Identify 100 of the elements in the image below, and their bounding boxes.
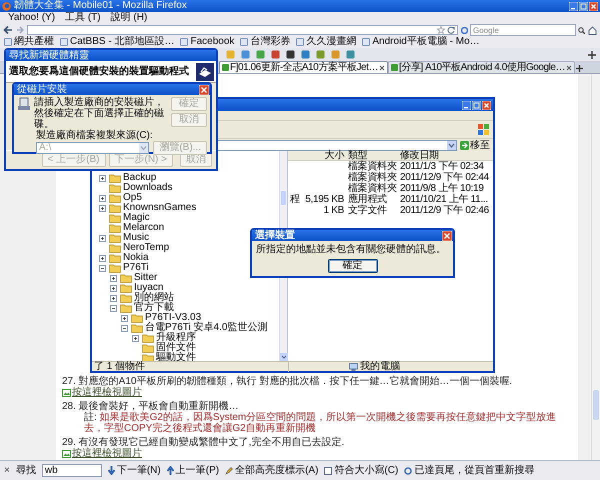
- expand-plus-icon[interactable]: [110, 294, 117, 302]
- star-icon[interactable]: [437, 26, 445, 34]
- expand-plus-icon[interactable]: [121, 314, 128, 322]
- table-cell-text: 應用程式: [347, 194, 388, 204]
- folder-item[interactable]: P76TI-V3.03: [145, 313, 202, 323]
- go-button[interactable]: 移至: [460, 140, 490, 150]
- folder-item[interactable]: Backup: [123, 173, 156, 183]
- scrollbar[interactable]: [591, 74, 600, 460]
- table-cell-text: 2011/1/3 下午 02:34: [399, 162, 485, 172]
- folder-item[interactable]: 別的網站: [134, 293, 174, 303]
- bookmark-link[interactable]: 網共產權: [14, 36, 54, 48]
- disk-drive-icon: [17, 97, 31, 111]
- status-text: 我的電腦: [360, 362, 400, 372]
- image-link[interactable]: 按這裡檢視圖片: [72, 448, 142, 459]
- find-button[interactable]: 全部高亮度標示(A): [225, 464, 318, 476]
- folder-icon: [142, 344, 154, 352]
- collapse-minus-icon[interactable]: [110, 304, 117, 312]
- folder-item[interactable]: KnownsnGames: [123, 203, 196, 213]
- find-button[interactable]: 下一筆(N): [108, 464, 161, 476]
- match-case-checkbox[interactable]: 符合大小寫(C): [324, 464, 398, 476]
- address-bar[interactable]: [27, 25, 458, 35]
- menu-item[interactable]: Yahoo! (Y): [8, 12, 56, 24]
- close-icon[interactable]: [379, 64, 386, 70]
- collapse-minus-icon[interactable]: [99, 264, 106, 272]
- table-cell-text: 2011/12/9 下午 02:46: [399, 206, 490, 216]
- folder-icon: [120, 304, 132, 312]
- menu-item[interactable]: 說明 (H): [110, 12, 148, 24]
- expand-plus-icon[interactable]: [110, 284, 117, 292]
- scrollbar-thumb[interactable]: [281, 191, 286, 205]
- firefox-icon: [2, 2, 11, 10]
- table-cell-text: 文字文件: [347, 206, 388, 216]
- folder-icon: [131, 314, 143, 322]
- step-text: 27. 對應您的A10平板所刷的韌體種類，執行 對應的批次檔．按下任一鍵…它就會開始…一個一個裝喔.: [62, 376, 514, 387]
- folder-item[interactable]: NeroTemp: [123, 243, 170, 253]
- bookmark-link[interactable]: Android平板電腦 - Mo…: [372, 36, 480, 48]
- minimize-icon[interactable]: [569, 2, 578, 10]
- new-tab-icon[interactable]: [575, 64, 584, 73]
- dropdown-icon[interactable]: [447, 140, 456, 150]
- go-arrow-icon: [460, 140, 469, 150]
- folder-item[interactable]: Melarcon: [123, 223, 164, 233]
- folder-icon: [109, 214, 121, 222]
- expand-plus-icon[interactable]: [99, 234, 106, 242]
- image-link[interactable]: 按這裡檢視圖片: [72, 387, 142, 398]
- table-cell-text: 2011/10/21 上午 11...: [399, 194, 489, 204]
- scrollbar-thumb[interactable]: [593, 390, 599, 420]
- close-find-button[interactable]: ×: [4, 464, 10, 476]
- find-button[interactable]: 上一筆(P): [166, 464, 220, 476]
- folder-icon: [131, 324, 143, 332]
- folder-item[interactable]: Op5: [123, 193, 142, 203]
- ok-button[interactable]: 確定: [328, 259, 378, 273]
- bookmark-link[interactable]: Facebook: [190, 36, 234, 48]
- menu-item[interactable]: 工具 (T): [65, 12, 101, 24]
- folder-icon: [109, 174, 121, 182]
- browser-tab[interactable]: [分享] A10平板Android 4.0使用Google…: [388, 61, 576, 73]
- search-field[interactable]: Google: [470, 24, 576, 36]
- table-cell-text: 1 KB: [322, 206, 345, 216]
- folder-icon: [109, 244, 121, 252]
- maximize-icon[interactable]: [579, 2, 588, 10]
- close-icon[interactable]: [566, 64, 572, 70]
- highlighter-icon: [225, 466, 234, 474]
- folder-item[interactable]: P76Ti: [123, 263, 149, 273]
- expand-plus-icon[interactable]: [99, 174, 106, 182]
- add-icon[interactable]: [588, 50, 596, 58]
- folder-item[interactable]: 台電P76Ti 安卓4.0監世公測: [145, 323, 268, 333]
- down-arrow-icon: [108, 466, 115, 475]
- window-title: 從磁片安裝: [17, 84, 67, 95]
- folder-icon: [109, 234, 121, 242]
- reload-icon[interactable]: [447, 26, 455, 34]
- bookmark-link[interactable]: 台灣彩券: [250, 36, 290, 48]
- folder-item[interactable]: Music: [123, 233, 150, 243]
- maximize-icon[interactable]: [472, 100, 481, 110]
- table-cell-text: 程: [289, 194, 300, 204]
- step-text: 29. 有沒有發現它已經自動變成繁體中文了,完全不用自已去設定.: [62, 437, 346, 448]
- expand-plus-icon[interactable]: [99, 254, 106, 262]
- collapse-minus-icon[interactable]: [121, 324, 128, 332]
- expand-plus-icon[interactable]: [99, 194, 106, 202]
- folder-item[interactable]: 驅動文件: [156, 353, 196, 361]
- find-field[interactable]: wb: [42, 464, 102, 477]
- browser-tab[interactable]: F]01.06更新-全志A10方案平板Jet…: [219, 61, 388, 73]
- image-icon: [62, 450, 71, 458]
- folder-item[interactable]: 固件文件: [156, 343, 196, 353]
- search-icon[interactable]: [578, 26, 585, 34]
- folder-icon: [109, 184, 121, 192]
- expand-plus-icon[interactable]: [132, 334, 139, 342]
- window-title: 選擇裝置: [255, 230, 295, 241]
- folder-item[interactable]: 官方下載: [134, 303, 174, 313]
- expand-plus-icon[interactable]: [110, 274, 117, 282]
- folder-item[interactable]: Nokia: [123, 253, 149, 263]
- folder-item[interactable]: Downloads: [123, 183, 172, 193]
- scroll-down-icon[interactable]: [280, 353, 288, 361]
- folder-item[interactable]: 升級程序: [156, 333, 196, 343]
- folder-item[interactable]: Sitter: [134, 273, 158, 283]
- expand-plus-icon[interactable]: [99, 204, 106, 212]
- step-text: 28. 最後會裝好，平板會自動重新開機…: [62, 401, 240, 412]
- bookmark-link[interactable]: 久久漫畫網: [306, 36, 356, 48]
- minimize-icon[interactable]: [462, 100, 471, 110]
- folder-item[interactable]: Magic: [123, 213, 150, 223]
- folder-item[interactable]: Iuyacn: [134, 283, 164, 293]
- back-arrow-icon[interactable]: [3, 25, 13, 35]
- status-text: 了 1 個物件: [93, 362, 146, 372]
